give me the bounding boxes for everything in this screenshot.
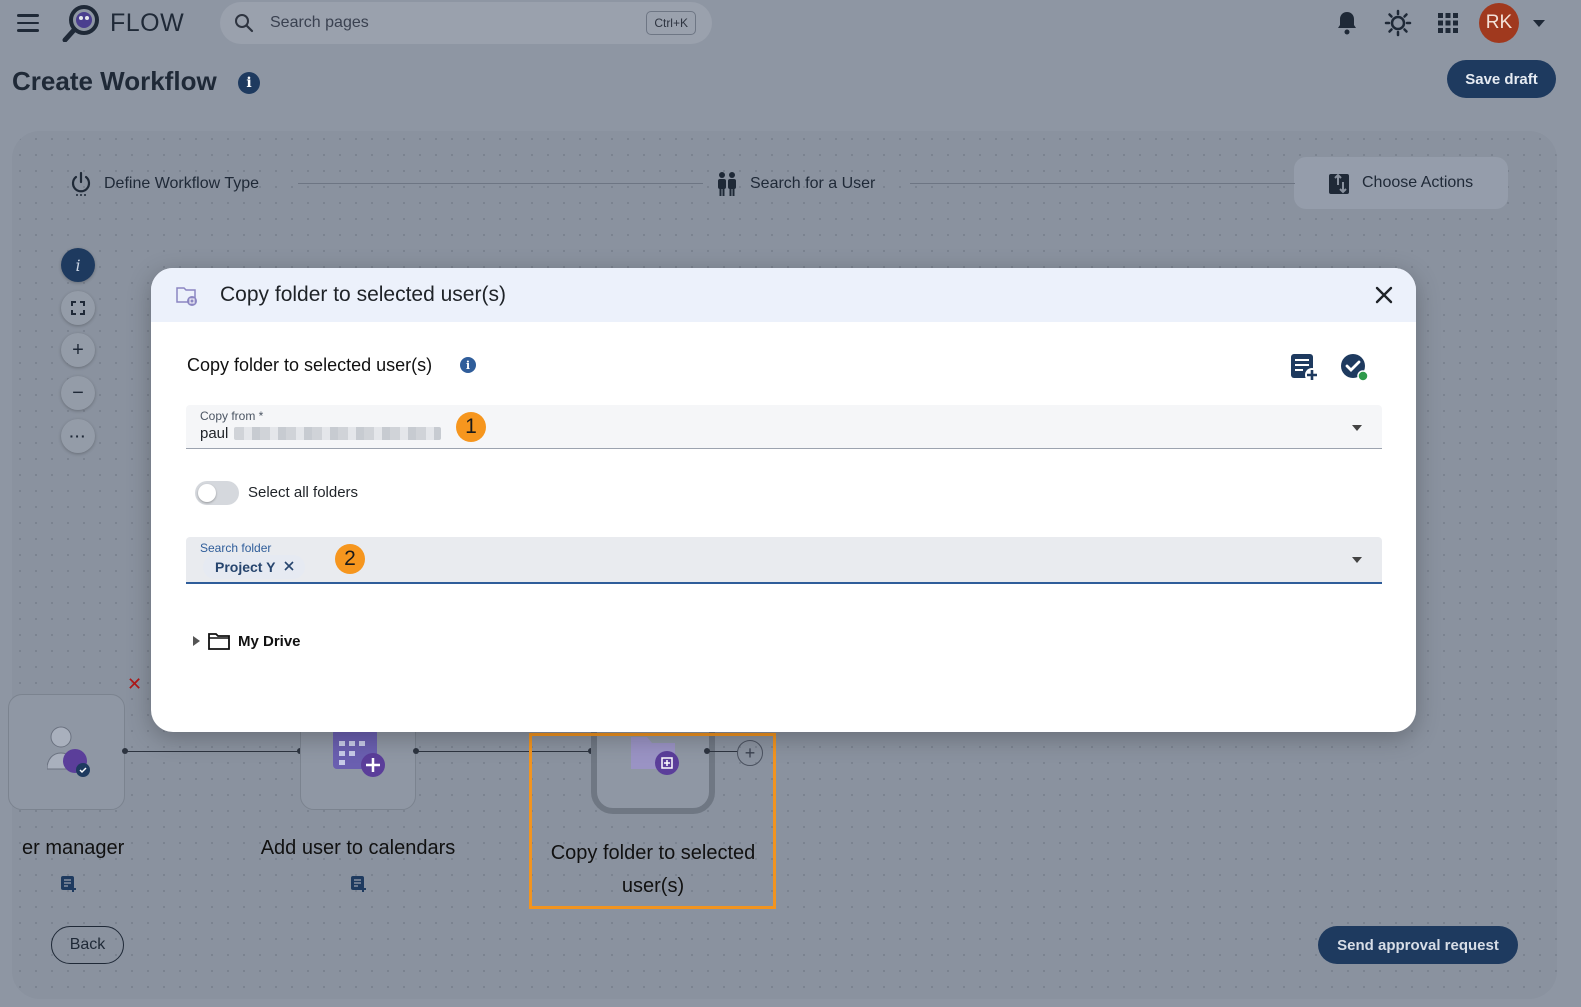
folder-icon [208,633,230,650]
fit-view-button[interactable] [61,291,95,325]
page-info-icon[interactable]: i [238,72,260,94]
info-icon[interactable]: i [460,357,476,373]
add-note-icon[interactable] [1289,352,1319,382]
search-shortcut: Ctrl+K [646,11,696,35]
folder-copy-icon [176,287,197,306]
copy-from-select[interactable]: Copy from * paul [186,405,1382,449]
apps-grid-icon[interactable] [1433,8,1463,38]
copy-from-value: paul [200,425,229,442]
step-search-for-user[interactable]: Search for a User [716,171,875,197]
chip-label: Project Y [215,559,276,575]
flow-logo-icon [62,5,99,42]
node-edit-icon[interactable] [60,875,78,893]
chevron-down-icon[interactable] [1352,557,1362,563]
redacted-email [234,427,441,440]
node-edit-icon[interactable] [350,875,368,893]
dialog-header: Copy folder to selected user(s) [151,268,1416,322]
search-bar[interactable]: Search pages Ctrl+K [220,2,712,44]
copy-from-label: Copy from * [200,409,264,423]
search-folder-label: Search folder [200,541,272,555]
user-avatar[interactable]: RK [1479,3,1519,43]
step-choose-actions[interactable]: Choose Actions [1328,171,1473,195]
tree-item-label: My Drive [238,632,301,650]
chevron-down-icon[interactable] [1352,425,1362,431]
copy-folder-dialog: Copy folder to selected user(s) Copy fol… [151,268,1416,732]
power-icon [71,171,91,196]
more-options-button[interactable]: ··· [61,419,95,453]
node-label: er manager [22,837,125,859]
select-all-folders-toggle[interactable] [195,481,239,505]
remove-chip-icon[interactable] [282,559,296,573]
app-name: FLOW [110,8,185,37]
step-label: Define Workflow Type [104,175,260,192]
save-draft-button[interactable]: Save draft [1447,60,1556,98]
select-all-folders-label: Select all folders [248,484,359,501]
step-define-workflow-type[interactable]: Define Workflow Type [70,171,259,197]
zoom-in-button[interactable]: + [61,333,95,367]
step-connector [910,183,1295,184]
edge-endpoint [122,748,128,754]
theme-toggle-sun-icon[interactable] [1383,8,1413,38]
close-icon[interactable] [1371,282,1397,308]
search-folder-input[interactable]: Search folder Project Y [186,537,1382,584]
node-label: Add user to calendars [260,837,456,859]
zoom-out-button[interactable]: − [61,376,95,410]
stepper: Define Workflow Type Search for a User C… [12,131,1557,231]
step-label: Choose Actions [1362,174,1474,191]
edge-endpoint [413,748,419,754]
action-subtitle: Copy folder to selected user(s) [187,355,433,375]
selected-folder-chip[interactable]: Project Y [203,555,306,579]
avatar-dropdown-caret-icon[interactable] [1533,20,1545,27]
actions-icon [1329,173,1349,194]
page-title: Create Workflow [12,66,217,96]
step-connector [298,183,703,184]
step-label: Search for a User [750,175,876,192]
delete-node-icon[interactable]: ✕ [127,674,142,695]
app-logo[interactable]: FLOW [62,4,184,42]
expand-arrow-icon[interactable] [193,636,200,646]
search-placeholder: Search pages [270,14,369,31]
verified-check-icon[interactable] [1339,352,1369,382]
annotation-badge-2: 2 [335,544,365,574]
send-approval-request-button[interactable]: Send approval request [1318,926,1518,964]
folder-tree-item-my-drive[interactable]: My Drive [193,632,301,650]
annotation-badge-1: 1 [456,412,486,442]
node-edge [125,751,300,752]
notifications-bell-icon[interactable] [1332,8,1362,38]
node-label: Copy folder to selected user(s) [550,842,756,897]
top-bar: FLOW Search pages Ctrl+K RK [0,0,1581,46]
dialog-title: Copy folder to selected user(s) [220,283,506,306]
back-button[interactable]: Back [51,926,124,964]
fit-view-icon [71,301,85,315]
hamburger-menu-icon[interactable] [14,10,42,36]
users-icon [718,172,736,196]
search-icon [235,14,254,33]
calendar-add-icon [333,729,385,777]
user-manager-icon [47,726,90,777]
canvas-info-button[interactable]: i [61,248,95,282]
workflow-node-user-manager[interactable] [8,694,125,810]
